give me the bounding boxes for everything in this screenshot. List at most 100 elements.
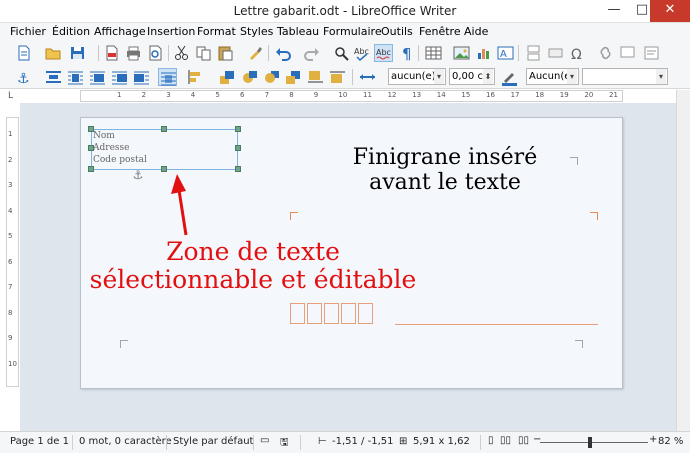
resize-handle-top[interactable] <box>161 126 167 132</box>
align-objects-icon[interactable] <box>186 68 205 86</box>
insert-image-icon[interactable] <box>452 44 471 62</box>
undo-icon[interactable] <box>274 44 293 62</box>
wrap-through-icon[interactable] <box>158 68 177 86</box>
resize-handle-right[interactable] <box>235 145 241 151</box>
formatting-marks-icon[interactable]: ¶ <box>398 44 417 62</box>
to-foreground-icon[interactable] <box>328 68 347 86</box>
comment-icon[interactable] <box>618 44 637 62</box>
zoom-slider[interactable] <box>540 442 648 443</box>
export-pdf-icon[interactable] <box>102 44 121 62</box>
zoom-out-icon[interactable]: − <box>533 434 541 445</box>
border-width-field[interactable]: 0,00 cm ⬍ <box>449 68 495 85</box>
resize-handle-left[interactable] <box>88 145 94 151</box>
tab-stop-selector[interactable]: L <box>8 91 13 101</box>
forward-one-icon[interactable] <box>240 68 259 86</box>
wrap-left-icon[interactable] <box>110 68 129 86</box>
zoom-level[interactable]: 82 % <box>658 436 683 447</box>
ruler-tick-label: 8 <box>8 308 13 317</box>
textbox-line-postal-code[interactable]: Code postal <box>93 155 147 165</box>
menu-tableau[interactable]: Tableau <box>277 25 319 38</box>
vertical-scrollbar[interactable] <box>676 90 690 431</box>
resize-handle-bottom-left[interactable] <box>88 166 94 172</box>
menu-edition[interactable]: Édition <box>52 25 90 38</box>
anchor-icon[interactable]: ⚓ <box>130 167 146 183</box>
resize-handle-top-left[interactable] <box>88 126 94 132</box>
open-folder-icon[interactable] <box>44 44 63 62</box>
print-icon[interactable] <box>124 44 143 62</box>
language-icon[interactable]: ▭ <box>260 435 269 446</box>
page-break-icon[interactable] <box>524 44 543 62</box>
menu-fenetre[interactable]: Fenêtre <box>419 25 461 38</box>
extra-select[interactable]: ▾ <box>582 68 668 85</box>
book-view-icon[interactable]: ▯▯ <box>518 435 529 446</box>
wrap-off-icon[interactable] <box>44 68 63 86</box>
menu-fichier[interactable]: Fichier <box>10 25 46 38</box>
insert-chart-icon[interactable] <box>474 44 493 62</box>
special-character-icon[interactable]: Ω <box>568 44 587 62</box>
object-size[interactable]: 5,91 x 1,62 <box>413 436 470 447</box>
page-style[interactable]: Style par défaut <box>173 436 253 447</box>
selected-textbox[interactable]: Nom Adresse Code postal <box>91 129 238 170</box>
menu-formulaire[interactable]: Formulaire <box>323 25 382 38</box>
close-button[interactable]: ✕ <box>650 0 690 22</box>
menu-aide[interactable]: Aide <box>464 25 488 38</box>
track-changes-icon[interactable] <box>642 44 661 62</box>
anchor-icon[interactable]: ⚓ <box>14 68 33 86</box>
border-style-select[interactable]: aucun(e) ▾ <box>388 68 446 85</box>
minimize-button[interactable]: — <box>600 0 628 22</box>
wrap-right-icon[interactable] <box>132 68 151 86</box>
single-page-view-icon[interactable]: ▯ <box>488 435 494 446</box>
menu-bar: Fichier Édition Affichage Insertion Form… <box>0 23 690 41</box>
ruler-tick-label: 5 <box>8 232 13 240</box>
insert-field-icon[interactable] <box>546 44 565 62</box>
menu-insertion[interactable]: Insertion <box>147 25 195 38</box>
margin-corner-mark <box>570 157 578 165</box>
cut-icon[interactable] <box>172 44 191 62</box>
backward-one-icon[interactable] <box>262 68 281 86</box>
resize-handle-bottom[interactable] <box>161 166 167 172</box>
border-color-select[interactable]: Aucun(e) ▾ <box>526 68 579 85</box>
hyperlink-icon[interactable] <box>596 44 615 62</box>
print-preview-icon[interactable] <box>146 44 165 62</box>
border-style-icon[interactable] <box>358 68 377 86</box>
auto-spellcheck-icon[interactable]: Abc <box>374 44 393 62</box>
to-background-icon[interactable] <box>306 68 325 86</box>
object-position[interactable]: -1,51 / -1,51 <box>332 436 393 447</box>
zoom-in-icon[interactable]: + <box>649 434 657 445</box>
bring-to-front-icon[interactable] <box>218 68 237 86</box>
optimal-wrap-icon[interactable] <box>88 68 107 86</box>
ruler-tick-label: 3 <box>8 181 13 189</box>
redo-icon[interactable] <box>302 44 321 62</box>
resize-handle-bottom-right[interactable] <box>235 166 241 172</box>
menu-format[interactable]: Format <box>197 25 236 38</box>
new-document-icon[interactable] <box>14 44 33 62</box>
horizontal-ruler[interactable]: 1 2 3 4 5 6 7 8 9 10 11 12 13 14 15 16 17 18 19 20 21 <box>80 90 623 102</box>
multi-page-view-icon[interactable]: ▯▯ <box>500 435 511 446</box>
menu-affichage[interactable]: Affichage <box>94 25 146 38</box>
toolbar-separator <box>168 45 169 61</box>
ruler-tick-label: 9 <box>8 334 13 342</box>
send-to-back-icon[interactable] <box>284 68 303 86</box>
border-color-icon[interactable] <box>500 68 519 86</box>
resize-handle-top-right[interactable] <box>235 126 241 132</box>
page-wrap-icon[interactable] <box>66 68 85 86</box>
page-count[interactable]: Page 1 de 1 <box>10 436 69 447</box>
clone-formatting-icon[interactable] <box>246 44 265 62</box>
menu-outils[interactable]: Outils <box>381 25 413 38</box>
zoom-slider-thumb[interactable] <box>588 437 592 448</box>
document-modified-icon[interactable]: 🖫 <box>280 435 289 452</box>
textbox-line-address[interactable]: Adresse <box>93 143 129 153</box>
vertical-ruler[interactable]: 1 2 3 4 5 6 7 8 9 10 <box>6 117 19 387</box>
ruler-tick-label: 5 <box>215 91 220 99</box>
spelling-icon[interactable]: Abc <box>353 44 372 62</box>
textbox-line-name[interactable]: Nom <box>93 131 115 141</box>
save-icon[interactable] <box>68 44 87 62</box>
paste-icon[interactable] <box>216 44 235 62</box>
find-replace-icon[interactable] <box>332 44 351 62</box>
copy-icon[interactable] <box>194 44 213 62</box>
insert-textbox-icon[interactable]: A <box>496 44 515 62</box>
insert-table-icon[interactable] <box>424 44 443 62</box>
frame-corner-mark <box>290 212 298 220</box>
word-count[interactable]: 0 mot, 0 caractère <box>79 436 172 447</box>
menu-styles[interactable]: Styles <box>240 25 273 38</box>
